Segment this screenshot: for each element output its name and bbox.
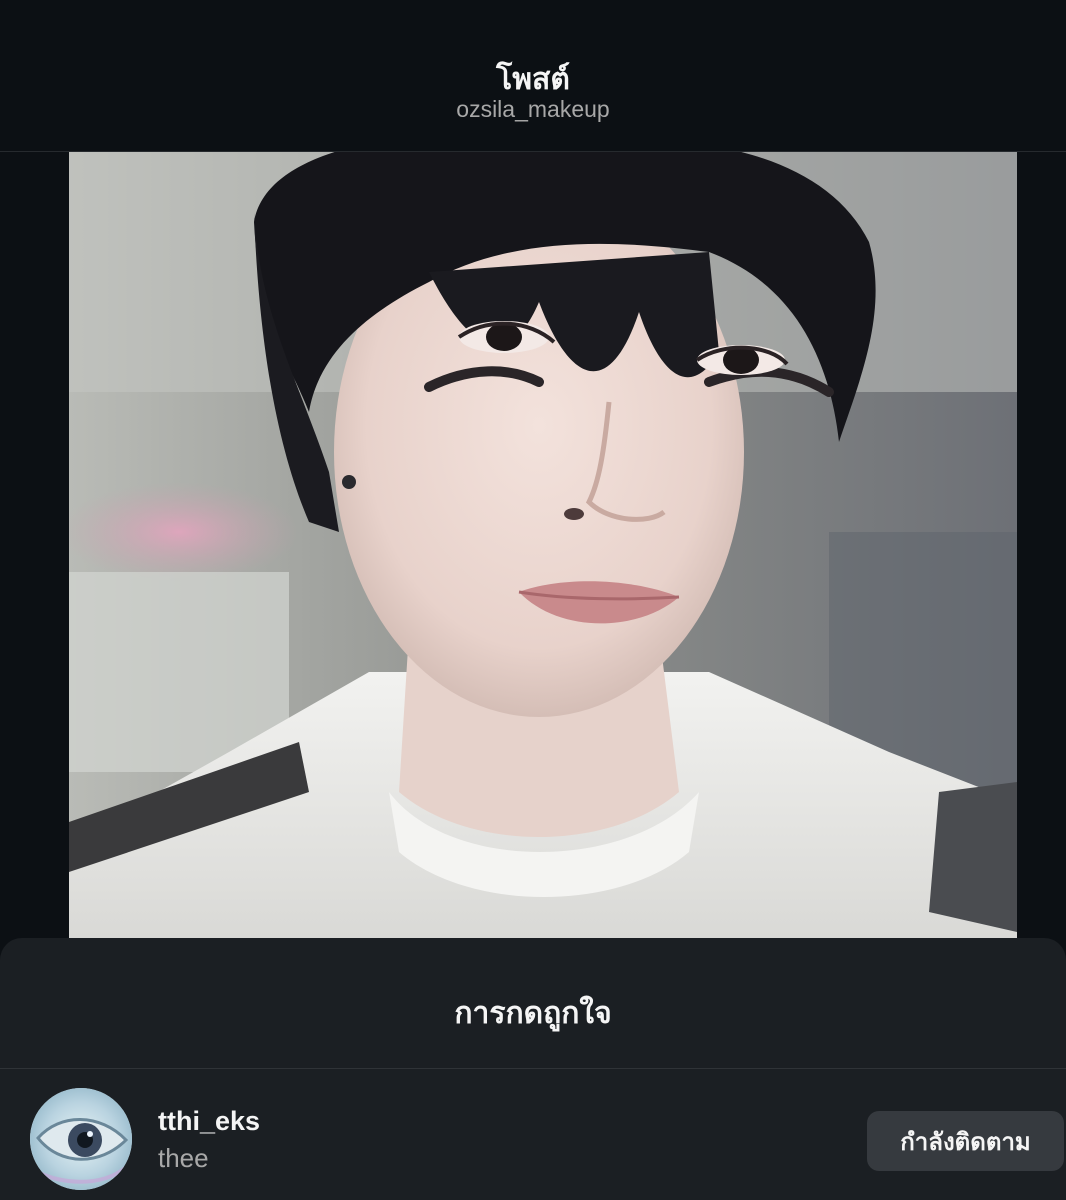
- liker-username[interactable]: tthi_eks: [158, 1106, 260, 1137]
- likes-sheet-title: การกดถูกใจ: [454, 996, 612, 1031]
- following-button[interactable]: กำลังติดตาม: [867, 1111, 1064, 1171]
- post-author-username[interactable]: ozsila_makeup: [0, 96, 1066, 123]
- post-photo[interactable]: [69, 152, 1017, 938]
- liker-full-name: thee: [158, 1143, 209, 1173]
- avatar-eye-image: [30, 1088, 132, 1190]
- avatar[interactable]: [30, 1088, 132, 1190]
- top-header: โพสต์ ozsila_makeup: [0, 0, 1066, 152]
- liker-row[interactable]: tthi_eks thee กำลังติดตาม: [0, 1069, 1066, 1200]
- portrait-illustration: [69, 152, 1017, 938]
- likes-sheet: การกดถูกใจ tthi_eks thee กำลังติดตาม: [0, 938, 1066, 1200]
